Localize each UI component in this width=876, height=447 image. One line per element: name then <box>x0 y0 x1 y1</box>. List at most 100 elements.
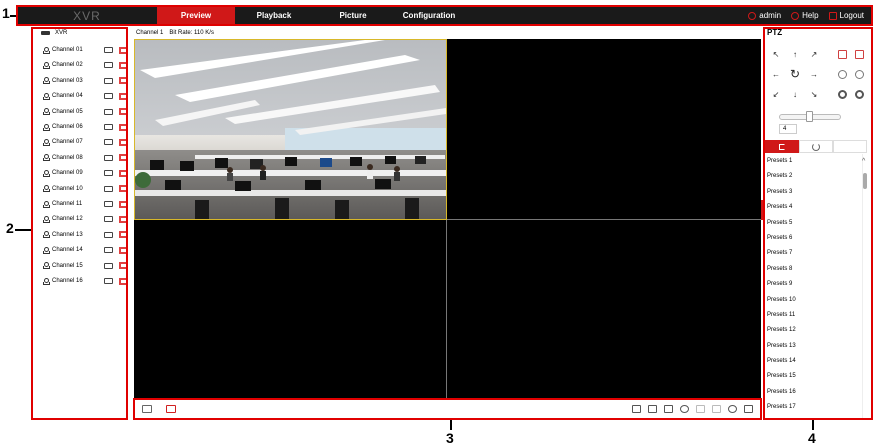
camera-icon[interactable] <box>104 216 113 223</box>
tab-presets[interactable] <box>765 140 799 153</box>
preset-item[interactable]: Presets 16 <box>765 385 861 400</box>
channel-row[interactable]: Channel 13 <box>43 230 128 240</box>
record-icon[interactable] <box>119 61 128 69</box>
camera-icon[interactable] <box>104 247 113 254</box>
preset-item[interactable]: Presets 6 <box>765 231 861 246</box>
record-icon[interactable] <box>119 277 128 285</box>
preset-item[interactable]: Presets 1 <box>765 154 861 169</box>
ptz-down-button[interactable]: ↓ <box>788 87 802 101</box>
previous-page-icon[interactable] <box>696 405 705 413</box>
camera-icon[interactable] <box>104 124 113 130</box>
video-cell-2[interactable] <box>447 39 761 220</box>
preset-item[interactable]: Presets 2 <box>765 169 861 184</box>
iris-open-icon[interactable] <box>836 88 848 100</box>
preset-item[interactable]: Presets 10 <box>765 293 861 308</box>
tab-empty[interactable] <box>833 140 867 153</box>
channel-row[interactable]: Channel 15 <box>43 261 128 271</box>
video-cell-3[interactable] <box>134 220 447 398</box>
zoom-in-icon[interactable] <box>836 48 848 60</box>
tab-preview[interactable]: Preview <box>157 6 235 25</box>
scroll-thumb[interactable] <box>863 173 867 189</box>
channel-row[interactable]: Channel 12 <box>43 214 128 224</box>
user-link[interactable]: admin <box>748 11 781 20</box>
help-link[interactable]: Help <box>791 11 819 20</box>
speed-value[interactable]: 4 <box>779 124 797 134</box>
channel-row[interactable]: Channel 16 <box>43 276 128 286</box>
record-icon[interactable] <box>119 123 128 131</box>
video-cell-1[interactable] <box>134 39 447 220</box>
preset-item[interactable]: Presets 14 <box>765 354 861 369</box>
record-icon[interactable] <box>119 262 128 270</box>
record-icon[interactable] <box>119 185 128 193</box>
channel-row[interactable]: Channel 11 <box>43 199 128 209</box>
focus-near-icon[interactable] <box>836 68 848 80</box>
preset-item[interactable]: Presets 17 <box>765 400 861 415</box>
scroll-up-icon[interactable]: ^ <box>862 158 865 165</box>
channel-row[interactable]: Channel 06 <box>43 122 128 132</box>
ptz-auto-scan-button[interactable]: ↻ <box>788 67 802 81</box>
preset-scrollbar[interactable] <box>862 154 867 420</box>
record-icon[interactable] <box>119 200 128 208</box>
tab-picture[interactable]: Picture <box>313 6 393 25</box>
ptz-up-button[interactable]: ↑ <box>788 47 802 61</box>
preset-item[interactable]: Presets 13 <box>765 339 861 354</box>
record-icon[interactable] <box>119 46 128 54</box>
ptz-up-left-button[interactable]: ↖ <box>769 47 783 61</box>
channel-row[interactable]: Channel 04 <box>43 91 128 101</box>
camera-icon[interactable] <box>104 154 113 161</box>
preset-item[interactable]: Presets 15 <box>765 369 861 384</box>
channel-row[interactable]: Channel 10 <box>43 184 128 194</box>
snapshot-icon[interactable] <box>648 405 657 413</box>
camera-icon[interactable] <box>104 278 113 284</box>
record-icon[interactable] <box>119 138 128 146</box>
speed-slider-knob[interactable] <box>806 111 813 122</box>
preset-item[interactable]: Presets 9 <box>765 277 861 292</box>
camera-icon[interactable] <box>104 201 113 207</box>
fullscreen-icon[interactable] <box>744 405 753 413</box>
preset-item[interactable]: Presets 4 <box>765 200 861 215</box>
record-icon[interactable] <box>119 169 128 177</box>
preset-item[interactable]: Presets 7 <box>765 246 861 261</box>
zoom-icon[interactable] <box>680 405 689 413</box>
record-icon[interactable] <box>119 77 128 85</box>
channel-row[interactable]: Channel 07 <box>43 137 128 147</box>
iris-close-icon[interactable] <box>853 88 865 100</box>
tab-playback[interactable]: Playback <box>235 6 313 25</box>
preset-item[interactable]: Presets 3 <box>765 185 861 200</box>
tab-cruise[interactable] <box>799 140 833 153</box>
video-cell-4[interactable] <box>447 220 761 398</box>
device-node[interactable]: XVR <box>41 30 67 36</box>
record-icon[interactable] <box>119 231 128 239</box>
camera-icon[interactable] <box>104 262 113 269</box>
camera-icon[interactable] <box>104 108 113 115</box>
record-icon[interactable] <box>119 108 128 116</box>
preset-item[interactable]: Presets 11 <box>765 308 861 323</box>
split-screen-icon[interactable] <box>142 405 152 413</box>
camera-icon[interactable] <box>104 231 113 238</box>
record-icon[interactable] <box>119 92 128 100</box>
record-mode-icon[interactable] <box>166 405 176 413</box>
ptz-right-button[interactable]: → <box>807 67 821 81</box>
record-icon[interactable] <box>119 246 128 254</box>
audio-icon[interactable] <box>728 405 737 413</box>
channel-row[interactable]: Channel 03 <box>43 76 128 86</box>
ptz-down-left-button[interactable]: ↙ <box>769 87 783 101</box>
camera-icon[interactable] <box>104 77 113 84</box>
channel-row[interactable]: Channel 02 <box>43 60 128 70</box>
record-icon[interactable] <box>664 405 673 413</box>
channel-row[interactable]: Channel 08 <box>43 153 128 163</box>
camera-icon[interactable] <box>104 47 113 53</box>
record-icon[interactable] <box>119 215 128 223</box>
camera-icon[interactable] <box>104 139 113 146</box>
channel-row[interactable]: Channel 05 <box>43 107 128 117</box>
tab-configuration[interactable]: Configuration <box>393 6 465 25</box>
stop-all-icon[interactable] <box>632 405 641 413</box>
camera-icon[interactable] <box>104 62 113 69</box>
camera-icon[interactable] <box>104 93 113 100</box>
ptz-up-right-button[interactable]: ↗ <box>807 47 821 61</box>
preset-item[interactable]: Presets 12 <box>765 323 861 338</box>
channel-row[interactable]: Channel 01 <box>43 45 128 55</box>
camera-icon[interactable] <box>104 170 113 177</box>
preset-item[interactable]: Presets 5 <box>765 216 861 231</box>
preset-item[interactable]: Presets 8 <box>765 262 861 277</box>
